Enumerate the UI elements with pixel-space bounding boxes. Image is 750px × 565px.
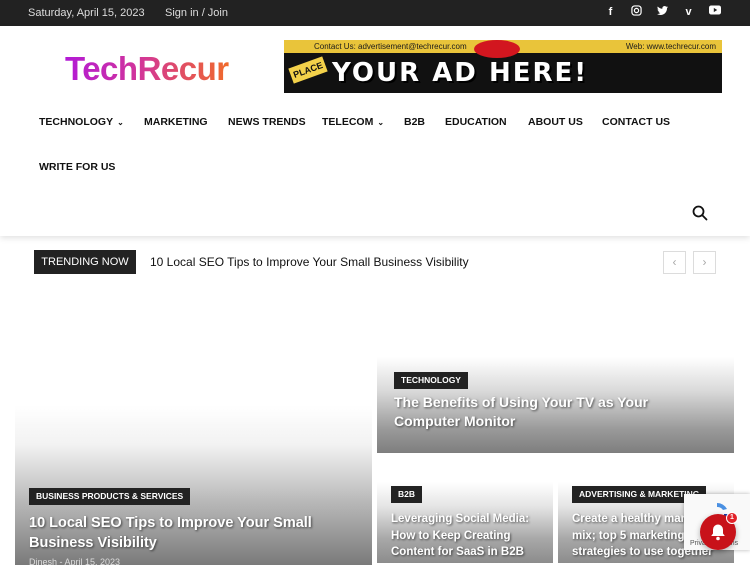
card-category[interactable]: B2B xyxy=(391,486,423,503)
search-icon[interactable] xyxy=(692,205,708,221)
nav-item-about-us[interactable]: ABOUT US xyxy=(528,116,583,128)
nav-item-news-trends[interactable]: NEWS TRENDS xyxy=(228,116,306,128)
social-links: f v xyxy=(603,5,722,20)
current-date: Saturday, April 15, 2023 xyxy=(28,7,145,19)
instagram-icon[interactable] xyxy=(629,5,644,20)
sign-in-link[interactable]: Sign in / Join xyxy=(165,7,228,19)
ad-banner[interactable]: Contact Us: advertisement@techrecur.com … xyxy=(284,40,722,93)
card-title[interactable]: Leveraging Social Media: How to Keep Cre… xyxy=(391,511,541,561)
card-title[interactable]: 10 Local SEO Tips to Improve Your Small … xyxy=(29,513,339,553)
featured-card-large[interactable]: BUSINESS PRODUCTS & SERVICES 10 Local SE… xyxy=(15,405,372,565)
twitter-icon[interactable] xyxy=(655,5,670,20)
featured-card-small-left[interactable]: B2B Leveraging Social Media: How to Keep… xyxy=(377,482,553,563)
trending-prev-button[interactable]: ‹ xyxy=(663,251,686,274)
ad-place-tag: PLACE xyxy=(288,56,328,84)
chevron-down-icon: ⌄ xyxy=(377,118,385,127)
nav-item-telecom[interactable]: TELECOM ⌄ xyxy=(322,116,384,128)
nav-item-b2b[interactable]: B2B xyxy=(404,116,425,128)
card-category[interactable]: BUSINESS PRODUCTS & SERVICES xyxy=(29,488,191,505)
vimeo-icon[interactable]: v xyxy=(681,5,696,20)
card-category[interactable]: TECHNOLOGY xyxy=(394,372,468,389)
nav-item-education[interactable]: EDUCATION xyxy=(445,116,507,128)
site-logo[interactable]: TechRecur xyxy=(65,50,229,88)
ad-web-text: Web: www.techrecur.com xyxy=(625,42,716,51)
featured-card-top-right[interactable]: TECHNOLOGY The Benefits of Using Your TV… xyxy=(377,357,734,453)
nav-item-write-for-us[interactable]: WRITE FOR US xyxy=(39,161,115,173)
ad-contact-text: Contact Us: advertisement@techrecur.com xyxy=(314,42,467,51)
notification-bell-button[interactable]: 1 xyxy=(700,512,738,550)
top-bar: Saturday, April 15, 2023 Sign in / Join … xyxy=(0,0,750,26)
youtube-icon[interactable] xyxy=(707,5,722,20)
notification-count: 1 xyxy=(726,512,738,524)
ad-headline: YOUR AD HERE! xyxy=(332,58,589,88)
trending-next-button[interactable]: › xyxy=(693,251,716,274)
nav-item-contact-us[interactable]: CONTACT US xyxy=(602,116,670,128)
nav-item-marketing[interactable]: MARKETING xyxy=(144,116,208,128)
ad-graphic xyxy=(474,40,520,58)
trending-headline[interactable]: 10 Local SEO Tips to Improve Your Small … xyxy=(150,255,469,269)
site-header: TechRecur Contact Us: advertisement@tech… xyxy=(0,26,750,236)
bell-icon xyxy=(711,524,725,541)
card-meta: Dinesh - April 15, 2023 xyxy=(29,557,121,565)
trending-badge: TRENDING NOW xyxy=(34,250,136,274)
card-title[interactable]: The Benefits of Using Your TV as Your Co… xyxy=(394,393,694,431)
facebook-icon[interactable]: f xyxy=(603,5,618,20)
chevron-down-icon: ⌄ xyxy=(117,118,124,127)
nav-item-technology[interactable]: TECHNOLOGY ⌄ xyxy=(39,116,124,128)
